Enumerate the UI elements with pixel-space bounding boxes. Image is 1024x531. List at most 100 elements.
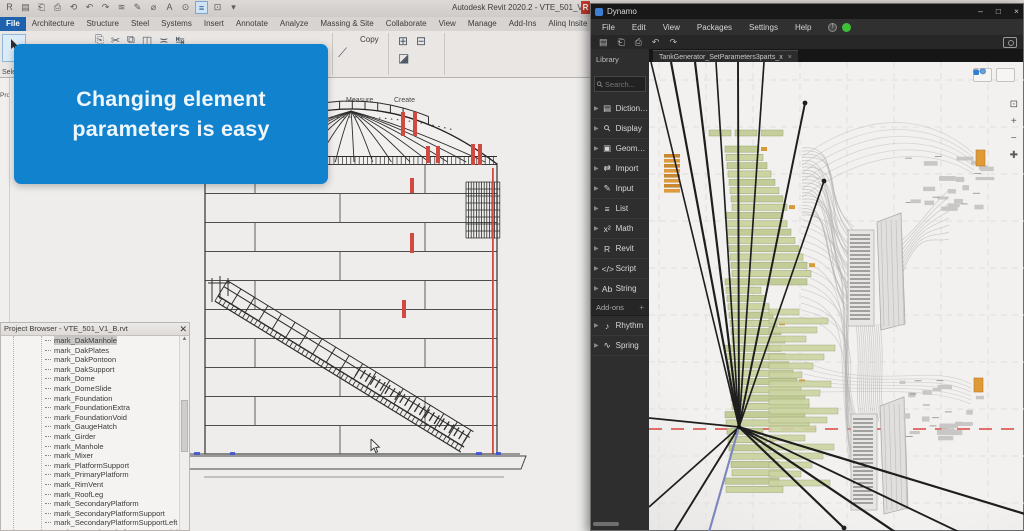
menu-item[interactable]: View bbox=[663, 23, 680, 32]
ribbon-tab[interactable]: File bbox=[0, 17, 26, 31]
minimize-button[interactable]: – bbox=[978, 4, 983, 19]
close-tab-icon[interactable]: × bbox=[788, 54, 792, 61]
save-icon[interactable]: ⎙ bbox=[51, 1, 64, 14]
ribbon-tab[interactable]: View bbox=[433, 17, 462, 31]
open-icon[interactable]: ⎗ bbox=[618, 37, 625, 48]
family-type-item[interactable]: mark_PrimaryPlatform bbox=[1, 470, 180, 480]
ribbon-tab[interactable]: Annotate bbox=[230, 17, 274, 31]
section-icon[interactable]: ≡ bbox=[195, 1, 208, 14]
library-category-row[interactable]: ▶ ⚲ Display bbox=[591, 119, 649, 139]
measure-icon[interactable]: ✎ bbox=[131, 1, 144, 14]
close-button[interactable]: × bbox=[1014, 4, 1019, 19]
ribbon-tab[interactable]: Add-Ins bbox=[503, 17, 543, 31]
family-type-item[interactable]: mark_DakPontoon bbox=[1, 355, 180, 365]
menu-item[interactable]: Edit bbox=[632, 23, 646, 32]
export-image-camera-icon[interactable] bbox=[1003, 37, 1017, 48]
close-icon[interactable]: ✕ bbox=[179, 323, 187, 335]
library-search[interactable]: ⚲ bbox=[594, 76, 646, 92]
family-type-item[interactable]: mark_Dome bbox=[1, 374, 180, 384]
family-type-item[interactable]: mark_DakPlates bbox=[1, 346, 180, 356]
family-type-item[interactable]: mark_Mixer bbox=[1, 451, 180, 461]
addons-section-header[interactable]: Add-ons + bbox=[591, 299, 649, 316]
new-file-icon[interactable]: ▤ bbox=[599, 37, 608, 48]
maximize-button[interactable]: □ bbox=[996, 4, 1001, 19]
project-browser-header[interactable]: Project Browser - VTE_501_V1_B.rvt ✕ bbox=[1, 323, 189, 336]
menu-item[interactable]: File bbox=[602, 23, 615, 32]
library-category-row[interactable]: ▶ ▣ Geometry bbox=[591, 139, 649, 159]
scroll-up-icon[interactable]: ▲ bbox=[180, 336, 189, 342]
dynamo-graph-canvas[interactable]: ⊡ + − ✚ bbox=[649, 62, 1023, 530]
library-package-row[interactable]: ▶ ∿ Spring bbox=[591, 336, 649, 356]
sync-icon[interactable]: ⟲ bbox=[67, 1, 80, 14]
scrollbar-thumb[interactable] bbox=[181, 400, 188, 452]
add-package-icon[interactable]: + bbox=[639, 303, 644, 312]
library-category-row[interactable]: ▶ ▤ Dictionary bbox=[591, 99, 649, 119]
library-package-row[interactable]: ▶ ♪ Rhythm bbox=[591, 316, 649, 336]
library-category-row[interactable]: ▶ Ab String bbox=[591, 279, 649, 299]
zoom-fit-icon[interactable]: ⊡ bbox=[1010, 100, 1018, 110]
pan-icon[interactable]: ✚ bbox=[1010, 151, 1018, 161]
undo-icon[interactable]: ↶ bbox=[652, 37, 660, 48]
create-parts-icon[interactable]: ◪ bbox=[398, 51, 409, 65]
family-type-item[interactable]: mark_Girder bbox=[1, 432, 180, 442]
menu-item[interactable]: Packages bbox=[697, 23, 732, 32]
thin-lines-icon[interactable]: ⊡ bbox=[211, 1, 224, 14]
aligned-dimension-icon[interactable]: ⌀ bbox=[147, 1, 160, 14]
library-category-row[interactable]: ▶ ✎ Input bbox=[591, 179, 649, 199]
family-type-item[interactable]: mark_Foundation bbox=[1, 394, 180, 404]
library-scrollbar[interactable] bbox=[593, 522, 619, 526]
ribbon-tab[interactable]: Alinq Insite bbox=[542, 17, 593, 31]
notifications-icon[interactable]: ! bbox=[828, 23, 837, 32]
new-file-icon[interactable]: ▤ bbox=[19, 1, 32, 14]
ribbon-tab[interactable]: Architecture bbox=[26, 17, 81, 31]
library-category-row[interactable]: ▶ </> Script bbox=[591, 259, 649, 279]
properties-panel-collapsed[interactable]: Properties bbox=[0, 78, 10, 322]
library-category-row[interactable]: ▶ ⇄ Import bbox=[591, 159, 649, 179]
family-type-item[interactable]: mark_GaugeHatch bbox=[1, 422, 180, 432]
menu-item[interactable]: Settings bbox=[749, 23, 778, 32]
ribbon-tab[interactable]: Manage bbox=[462, 17, 503, 31]
save-icon[interactable]: ⎙ bbox=[635, 37, 642, 48]
family-type-item[interactable]: mark_RoofLeg bbox=[1, 490, 180, 500]
ribbon-tab[interactable]: Structure bbox=[80, 17, 124, 31]
create-assembly-icon[interactable]: ⊟ bbox=[416, 34, 426, 48]
family-type-item[interactable]: mark_FoundationExtra bbox=[1, 403, 180, 413]
3d-view-icon[interactable]: ⊙ bbox=[179, 1, 192, 14]
ribbon-tab[interactable]: Insert bbox=[198, 17, 230, 31]
project-browser-scrollbar[interactable]: ▲ bbox=[179, 336, 189, 530]
redo-icon[interactable]: ↷ bbox=[669, 37, 677, 48]
family-type-item[interactable]: mark_FoundationVoid bbox=[1, 413, 180, 423]
ribbon-tab[interactable]: Massing & Site bbox=[314, 17, 379, 31]
family-type-item[interactable]: mark_DakSupport bbox=[1, 365, 180, 375]
family-type-item[interactable]: mark_PlatformSupport bbox=[1, 461, 180, 471]
qat-more-icon[interactable]: ▾ bbox=[227, 1, 240, 14]
library-category-row[interactable]: ▶ R Revit bbox=[591, 239, 649, 259]
family-type-item[interactable]: mark_SecondaryPlatform bbox=[1, 499, 180, 509]
search-input[interactable] bbox=[605, 80, 643, 89]
menu-item[interactable]: Help bbox=[795, 23, 811, 32]
ribbon-tab[interactable]: Analyze bbox=[274, 17, 314, 31]
ribbon-tab[interactable]: Systems bbox=[155, 17, 198, 31]
text-icon[interactable]: A bbox=[163, 1, 176, 14]
library-category-row[interactable]: ▶ x² Math bbox=[591, 219, 649, 239]
zoom-out-icon[interactable]: − bbox=[1010, 134, 1018, 144]
copy-tool-label[interactable]: Copy bbox=[360, 35, 379, 44]
ribbon-tab[interactable]: Collaborate bbox=[380, 17, 433, 31]
family-type-item[interactable]: mark_SecondaryPlatformSupportRight bbox=[1, 528, 180, 530]
undo-icon[interactable]: ↶ bbox=[83, 1, 96, 14]
create-group-icon[interactable]: ⊞ bbox=[398, 34, 408, 48]
family-type-item[interactable]: mark_RimVent bbox=[1, 480, 180, 490]
family-type-item[interactable]: mark_SecondaryPlatformSupportLeft bbox=[1, 518, 180, 528]
family-type-item[interactable]: mark_DakManhole bbox=[1, 336, 180, 346]
family-type-item[interactable]: mark_DomeSlide bbox=[1, 384, 180, 394]
ribbon-tab[interactable]: Steel bbox=[125, 17, 155, 31]
print-icon[interactable]: ≋ bbox=[115, 1, 128, 14]
library-category-row[interactable]: ▶ ≡ List bbox=[591, 199, 649, 219]
dynamo-titlebar[interactable]: Dynamo – □ × bbox=[591, 4, 1023, 19]
geometry-preview-toggle[interactable] bbox=[996, 68, 1015, 82]
zoom-in-icon[interactable]: + bbox=[1010, 117, 1018, 127]
revit-logo-icon[interactable]: R bbox=[3, 1, 16, 14]
redo-icon[interactable]: ↷ bbox=[99, 1, 112, 14]
open-file-icon[interactable]: ⎗ bbox=[35, 1, 48, 14]
family-type-item[interactable]: mark_Manhole bbox=[1, 442, 180, 452]
